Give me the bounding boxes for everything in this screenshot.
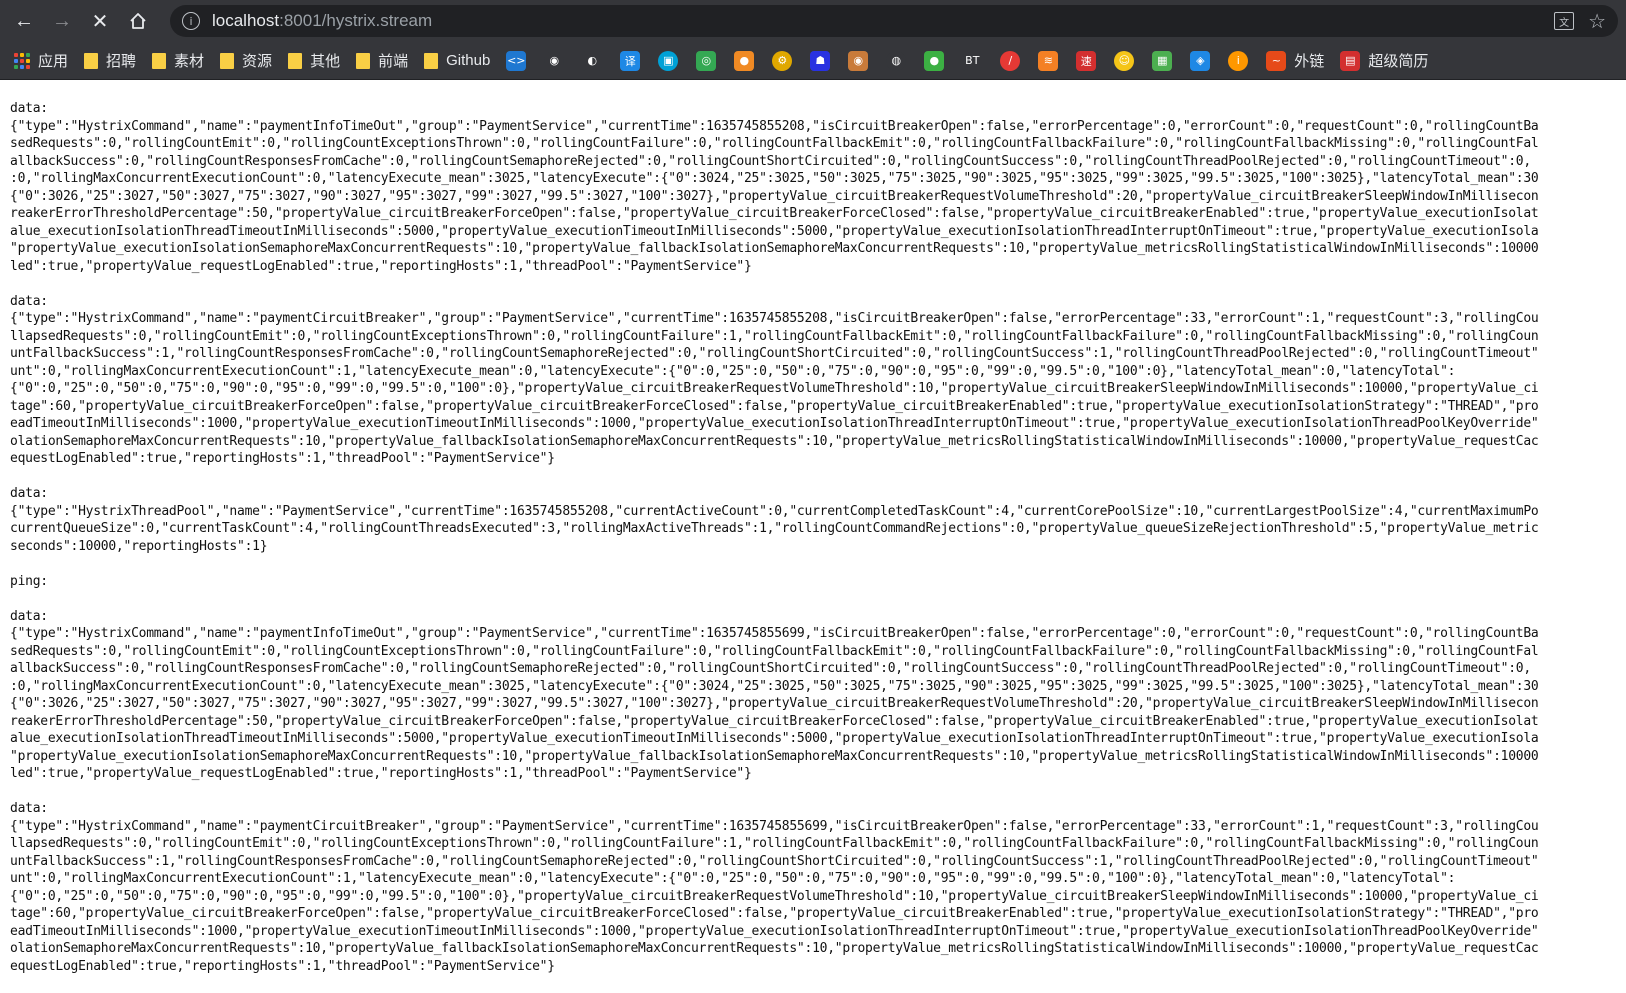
bilibili-icon[interactable]: ▣ xyxy=(658,50,679,71)
address-bar[interactable]: i localhost:8001/hystrix.stream 文 ☆ xyxy=(170,5,1618,37)
bookmark-folder[interactable]: 前端 xyxy=(356,50,408,71)
back-button[interactable]: ← xyxy=(8,5,40,37)
basketball-icon[interactable]: ● xyxy=(734,50,755,71)
baidu-icon[interactable]: ☗ xyxy=(810,50,831,71)
bookmark-label: 超级简历 xyxy=(1368,53,1429,70)
page-content: data: {"type":"HystrixCommand","name":"p… xyxy=(0,80,1626,993)
address-bar-actions: 文 ☆ xyxy=(1554,9,1606,34)
bookmarks-bar: 应用 招聘 素材 资源 其他 前端 Github <> ◉ ◐ 译 ▣ ◎ ● ⚙ ☗ ◉ ◍ ● BT / ≋ 速 ☺ ▦ ◈ i… xyxy=(0,42,1626,80)
bookmark-label: 其他 xyxy=(310,53,341,70)
external-links-bookmark[interactable]: ~ 外链 xyxy=(1266,50,1324,71)
bookmark-folder[interactable]: 素材 xyxy=(152,50,204,71)
close-icon: ✕ xyxy=(91,10,109,33)
bt-icon[interactable]: BT xyxy=(962,50,983,71)
folder-icon xyxy=(220,52,235,69)
browser-toolbar: ← → ✕ i localhost:8001/hystrix.stream 文 … xyxy=(0,0,1626,42)
bookmark-label: 素材 xyxy=(174,53,205,70)
apps-grid-icon xyxy=(14,52,30,69)
link-icon: ~ xyxy=(1266,50,1287,71)
site-icon-5[interactable]: i xyxy=(1228,50,1249,71)
resume-bookmark[interactable]: ▤ 超级简历 xyxy=(1340,50,1428,71)
home-icon xyxy=(130,13,146,29)
translate-icon[interactable]: 文 xyxy=(1554,12,1575,30)
bookmark-apps[interactable]: 应用 xyxy=(14,50,68,71)
bookmark-folder[interactable]: 其他 xyxy=(288,50,340,71)
info-icon[interactable]: i xyxy=(182,12,200,30)
bookmark-label: 资源 xyxy=(242,53,273,70)
grid-icon[interactable]: ▦ xyxy=(1152,50,1173,71)
stop-loading-button[interactable]: ✕ xyxy=(84,5,116,37)
url-path: :8001/hystrix.stream xyxy=(279,11,433,30)
resume-icon: ▤ xyxy=(1340,50,1361,71)
site-icon-4[interactable]: ◈ xyxy=(1190,50,1211,71)
folder-icon xyxy=(424,52,439,69)
bookmark-label: Github xyxy=(446,52,491,69)
site-icon-3[interactable]: ● xyxy=(924,50,945,71)
bookmark-folder[interactable]: 资源 xyxy=(220,50,272,71)
bookmark-label: 外链 xyxy=(1294,53,1325,70)
site-icon-2[interactable]: ◉ xyxy=(848,50,869,71)
bookmark-label: 招聘 xyxy=(106,53,137,70)
star-icon[interactable]: ☆ xyxy=(1588,9,1606,34)
folder-icon xyxy=(288,52,303,69)
speed-icon[interactable]: 速 xyxy=(1076,50,1097,71)
chrome-icon[interactable]: ◎ xyxy=(696,50,717,71)
home-button[interactable] xyxy=(122,5,154,37)
hystrix-stream-text: data: {"type":"HystrixCommand","name":"p… xyxy=(10,101,1539,974)
arrow-left-icon: ← xyxy=(14,9,34,32)
site-icon-1[interactable]: ◐ xyxy=(582,50,603,71)
folder-icon xyxy=(84,52,99,69)
folder-icon xyxy=(152,52,167,69)
translate-bookmark-icon[interactable]: 译 xyxy=(620,50,641,71)
pen-icon[interactable]: / xyxy=(1000,50,1021,71)
folder-icon xyxy=(356,52,371,69)
bookmark-folder[interactable]: Github xyxy=(424,52,490,69)
vscode-icon[interactable]: <> xyxy=(506,50,527,71)
face-icon[interactable]: ☺ xyxy=(1114,50,1135,71)
url-host: localhost xyxy=(212,11,280,30)
github-icon[interactable]: ◉ xyxy=(544,50,565,71)
arrow-right-icon: → xyxy=(52,9,72,32)
globe-icon[interactable]: ◍ xyxy=(886,50,907,71)
stack-icon[interactable]: ≋ xyxy=(1038,50,1059,71)
gear-bookmark-icon[interactable]: ⚙ xyxy=(772,50,793,71)
bookmark-folder[interactable]: 招聘 xyxy=(84,50,136,71)
forward-button[interactable]: → xyxy=(46,5,78,37)
bookmark-label: 应用 xyxy=(38,53,69,70)
bookmark-label: 前端 xyxy=(378,53,409,70)
